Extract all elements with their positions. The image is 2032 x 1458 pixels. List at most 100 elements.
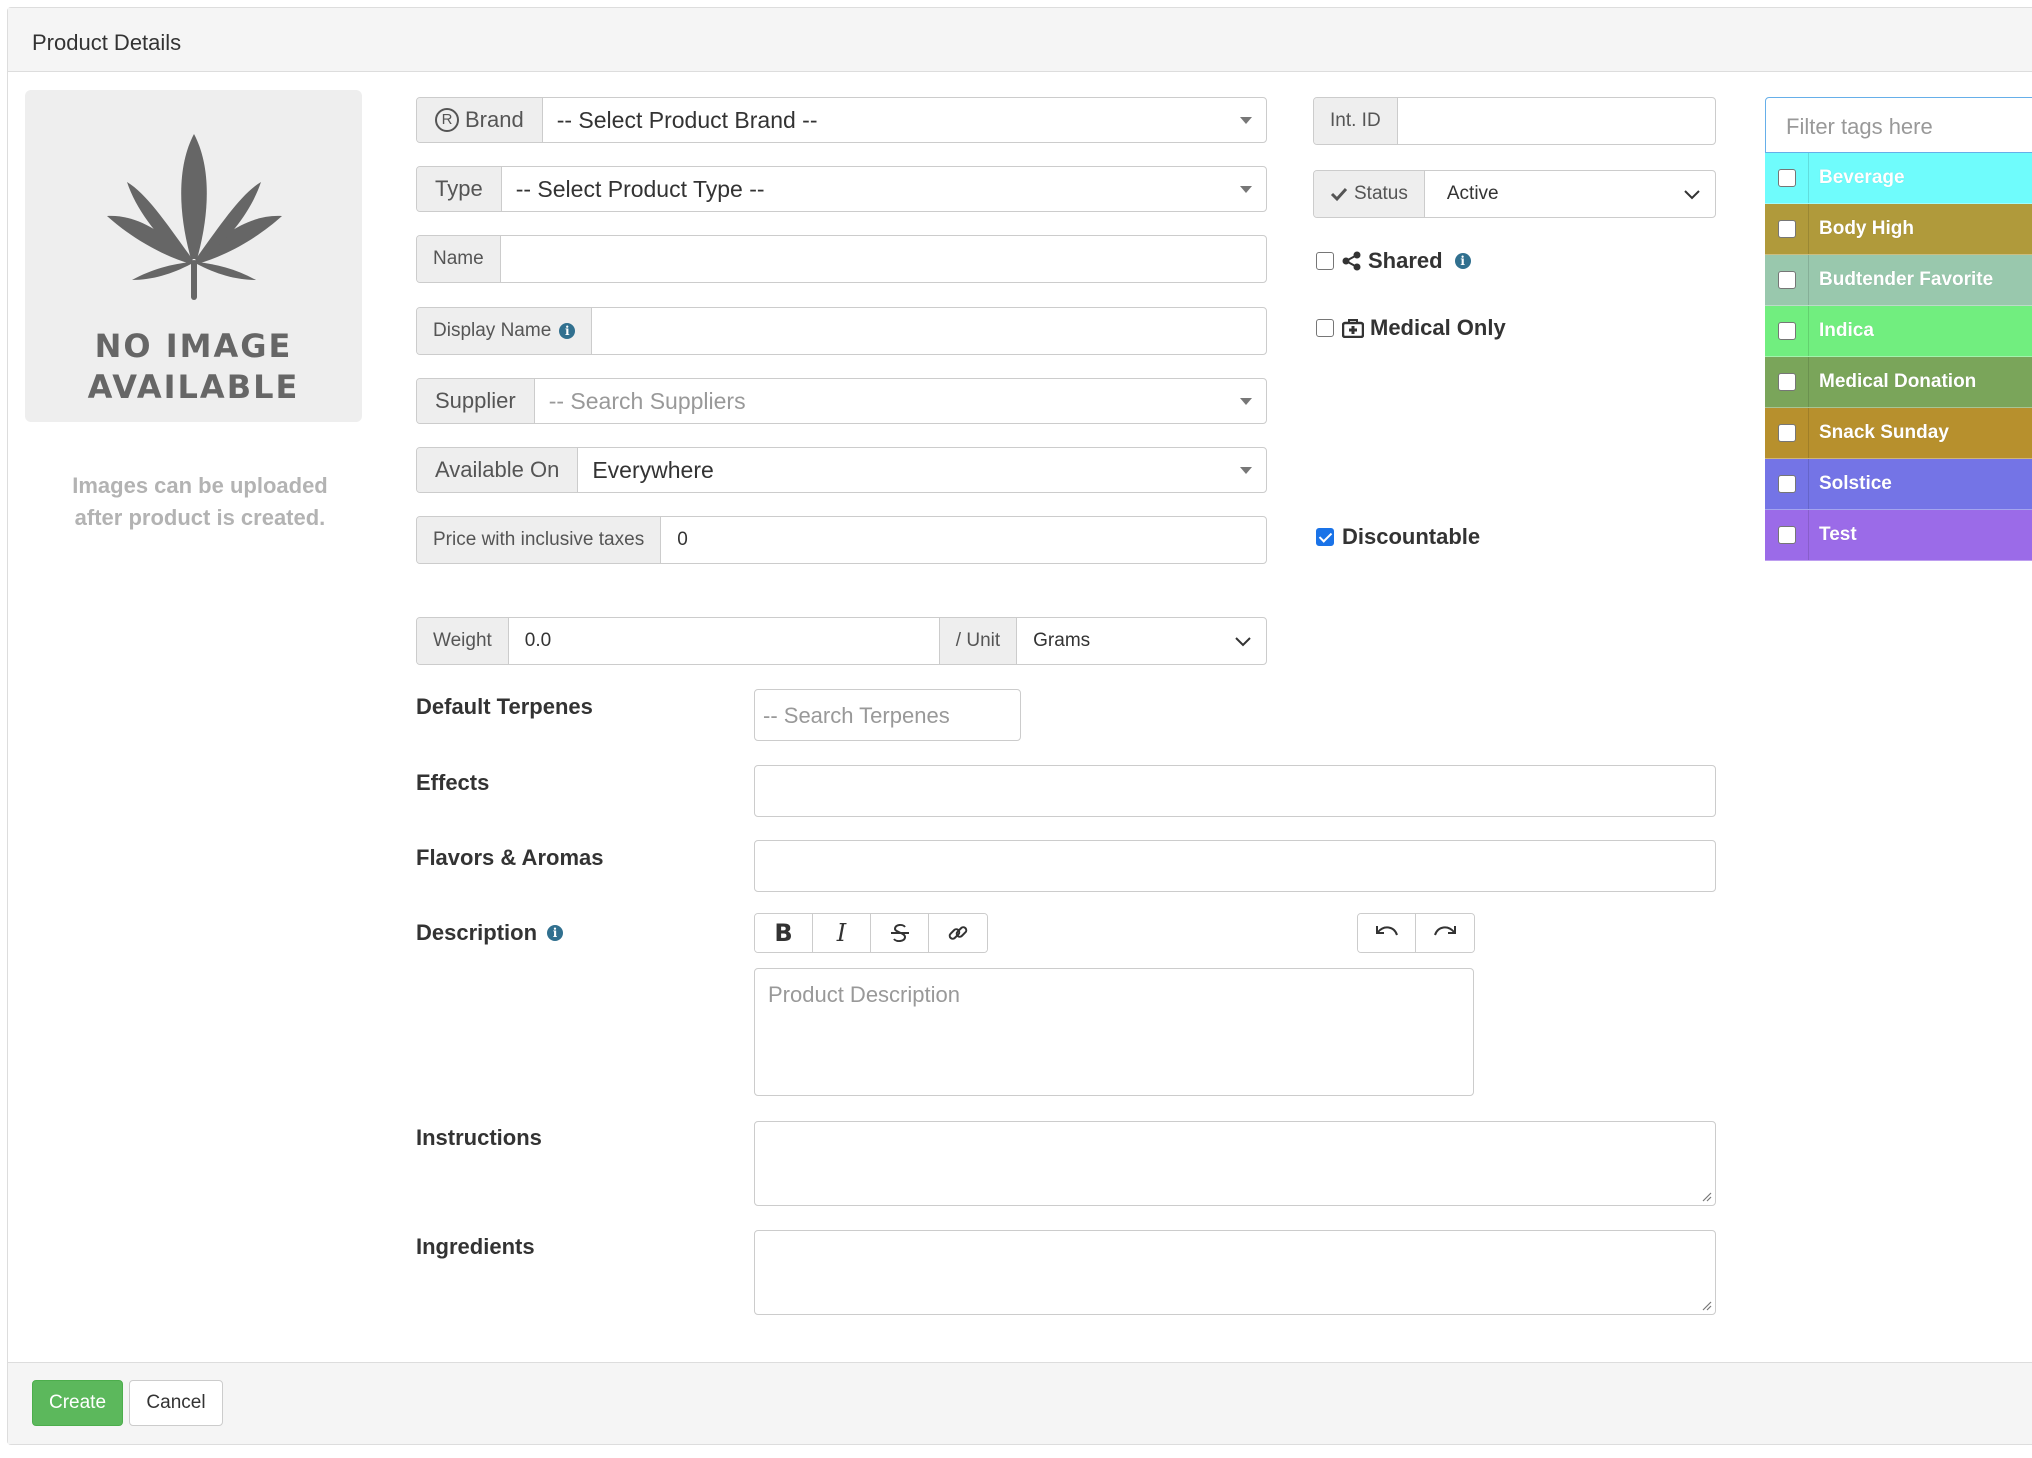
type-select[interactable]: -- Select Product Type -- (502, 167, 1266, 211)
tag-checkbox-cell (1765, 357, 1809, 407)
brand-label: Brand (465, 107, 524, 132)
shared-checkbox-row: Shared i (1316, 248, 1471, 274)
info-icon[interactable]: i (1454, 253, 1471, 269)
tag-checkbox[interactable] (1777, 220, 1796, 238)
name-addon: Name (417, 236, 501, 282)
tag-item[interactable]: Indica (1765, 306, 2032, 357)
unit-value: Grams (1033, 630, 1091, 651)
supplier-select[interactable]: -- Search Suppliers (535, 379, 1266, 423)
undo-button[interactable] (1358, 914, 1416, 952)
strikethrough-button[interactable] (871, 914, 929, 952)
create-button[interactable]: Create (32, 1380, 123, 1426)
format-toolbar: B I (754, 913, 988, 953)
unit-select[interactable]: Grams (1017, 618, 1266, 664)
price-addon: Price with inclusive taxes (417, 517, 662, 563)
name-label: Name (433, 248, 484, 269)
int-id-label: Int. ID (1330, 110, 1381, 131)
weight-input[interactable]: 0.0 (509, 618, 939, 664)
info-icon[interactable]: i (559, 323, 576, 339)
bold-button[interactable]: B (755, 914, 813, 952)
upload-hint-line2: after product is created. (74, 505, 326, 530)
tag-label: Beverage (1819, 167, 1905, 188)
tag-checkbox[interactable] (1777, 424, 1796, 442)
cancel-button[interactable]: Cancel (129, 1380, 223, 1426)
info-icon[interactable]: i (547, 925, 564, 941)
tag-checkbox-cell (1765, 408, 1809, 458)
int-id-group: Int. ID (1313, 97, 1716, 145)
shared-label: Shared (1368, 248, 1443, 273)
name-group: Name (416, 235, 1267, 283)
tag-checkbox-cell (1765, 153, 1809, 203)
brand-select[interactable]: -- Select Product Brand -- (543, 98, 1266, 142)
weight-value: 0.0 (524, 630, 552, 651)
shared-checkbox[interactable] (1316, 252, 1334, 270)
supplier-placeholder: -- Search Suppliers (548, 387, 746, 414)
discountable-checkbox-row: Discountable (1316, 524, 1480, 550)
description-label-row: Description i (416, 920, 564, 946)
upload-hint-line1: Images can be uploaded (72, 473, 328, 498)
tag-label: Test (1819, 524, 1857, 545)
medical-only-label: Medical Only (1370, 315, 1506, 340)
tag-checkbox[interactable] (1777, 271, 1796, 289)
chevron-down-icon (1235, 637, 1251, 647)
int-id-addon: Int. ID (1314, 98, 1398, 144)
caret-down-icon (1240, 398, 1252, 405)
tag-label: Budtender Favorite (1819, 269, 1994, 290)
medkit-icon (1342, 319, 1364, 338)
tag-item[interactable]: Snack Sunday (1765, 408, 2032, 459)
no-image-text-line1: NO IMAGE (94, 327, 293, 365)
tag-item[interactable]: Test (1765, 510, 2032, 561)
link-button[interactable] (929, 914, 987, 952)
price-label: Price with inclusive taxes (433, 529, 645, 550)
resize-handle-icon[interactable] (1700, 1190, 1712, 1202)
flavors-input[interactable] (754, 840, 1716, 892)
brand-addon: R Brand (417, 98, 543, 142)
default-terpenes-label: Default Terpenes (416, 694, 593, 719)
image-placeholder: NO IMAGE AVAILABLE (25, 90, 362, 422)
name-input[interactable] (501, 236, 1266, 282)
tag-item[interactable]: Budtender Favorite (1765, 255, 2032, 306)
display-name-label: Display Name (433, 320, 552, 341)
tag-item[interactable]: Medical Donation (1765, 357, 2032, 408)
resize-handle-icon[interactable] (1700, 1299, 1712, 1311)
display-name-input[interactable] (592, 308, 1266, 354)
no-image-text-line2: AVAILABLE (87, 368, 300, 406)
tag-checkbox[interactable] (1777, 475, 1796, 493)
discountable-checkbox[interactable] (1316, 528, 1334, 546)
price-group: Price with inclusive taxes 0 (416, 516, 1267, 564)
panel-footer (8, 1362, 2032, 1444)
registered-icon: R (435, 108, 459, 132)
italic-button[interactable]: I (813, 914, 871, 952)
ingredients-textarea[interactable] (754, 1230, 1716, 1315)
brand-select-group: R Brand -- Select Product Brand -- (416, 97, 1267, 143)
tag-checkbox[interactable] (1777, 373, 1796, 391)
description-placeholder: Product Description (768, 982, 960, 1007)
price-input[interactable]: 0 (661, 517, 1266, 563)
tag-item[interactable]: Body High (1765, 204, 2032, 255)
weight-addon: Weight (417, 618, 509, 664)
redo-button[interactable] (1416, 914, 1474, 952)
tag-checkbox-cell (1765, 459, 1809, 509)
terpenes-search-input[interactable]: -- Search Terpenes (754, 689, 1021, 741)
supplier-addon: Supplier (417, 379, 535, 423)
tag-checkbox[interactable] (1777, 322, 1796, 340)
available-on-select[interactable]: Everywhere (578, 448, 1266, 492)
tag-checkbox[interactable] (1777, 526, 1796, 544)
int-id-input[interactable] (1398, 98, 1715, 144)
ingredients-label: Ingredients (416, 1234, 535, 1259)
tag-item[interactable]: Solstice (1765, 459, 2032, 510)
instructions-textarea[interactable] (754, 1121, 1716, 1206)
panel-title: Product Details (32, 30, 182, 55)
terpenes-placeholder: -- Search Terpenes (763, 703, 950, 728)
medical-only-checkbox[interactable] (1316, 319, 1334, 337)
tag-filter-input[interactable]: Filter tags here (1765, 97, 2032, 153)
status-select[interactable]: Active (1425, 171, 1715, 217)
effects-input[interactable] (754, 765, 1716, 817)
available-on-addon: Available On (417, 448, 579, 492)
available-on-group: Available On Everywhere (416, 447, 1267, 493)
status-addon: Status (1314, 171, 1425, 217)
tag-checkbox[interactable] (1777, 169, 1796, 187)
tag-checkbox-cell (1765, 306, 1809, 356)
description-editor[interactable]: Product Description (754, 968, 1474, 1096)
tag-item[interactable]: Beverage (1765, 153, 2032, 204)
